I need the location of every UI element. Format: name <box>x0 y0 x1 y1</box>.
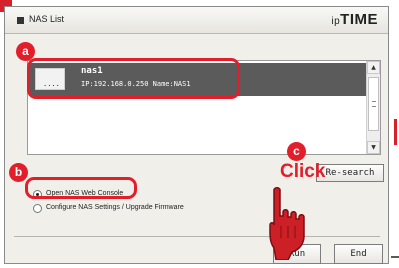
annotation-a-marker: a <box>16 42 35 61</box>
click-instruction: Click <box>280 161 326 182</box>
window-title: NAS List <box>29 14 65 24</box>
divider <box>14 236 380 237</box>
edge-red-mark <box>394 119 397 145</box>
scroll-up-icon[interactable]: ▲ <box>367 61 380 74</box>
annotation-c-marker: c <box>287 142 306 161</box>
annotation-b-marker: b <box>9 163 28 182</box>
brand-prefix: ip <box>331 16 341 27</box>
pointing-hand-icon <box>269 187 305 260</box>
scroll-thumb[interactable] <box>368 77 379 131</box>
window-icon <box>17 17 24 24</box>
scroll-down-icon[interactable]: ▼ <box>367 141 380 154</box>
radio-upgrade[interactable] <box>33 204 42 213</box>
title-bar: NAS List ipTIME <box>5 7 388 34</box>
annotation-a-highlight <box>27 58 240 99</box>
brand-logo: ipTIME <box>331 11 378 28</box>
scroll-grip-icon <box>372 101 376 107</box>
end-button[interactable]: End <box>334 244 383 264</box>
brand-name: TIME <box>340 11 378 28</box>
research-button[interactable]: Re-search <box>316 164 384 182</box>
option-upgrade[interactable]: Configure NAS Settings / Upgrade Firmwar… <box>33 204 213 214</box>
nas-list-window: NAS List ipTIME .... nas1 IP:192.168.0.2… <box>4 6 389 264</box>
list-scrollbar[interactable]: ▲ ▼ <box>366 61 380 154</box>
annotation-b-highlight <box>25 177 137 199</box>
option-upgrade-label: Configure NAS Settings / Upgrade Firmwar… <box>46 204 184 211</box>
screenshot-stage: NAS List ipTIME .... nas1 IP:192.168.0.2… <box>0 0 399 268</box>
edge-dash <box>391 256 399 258</box>
